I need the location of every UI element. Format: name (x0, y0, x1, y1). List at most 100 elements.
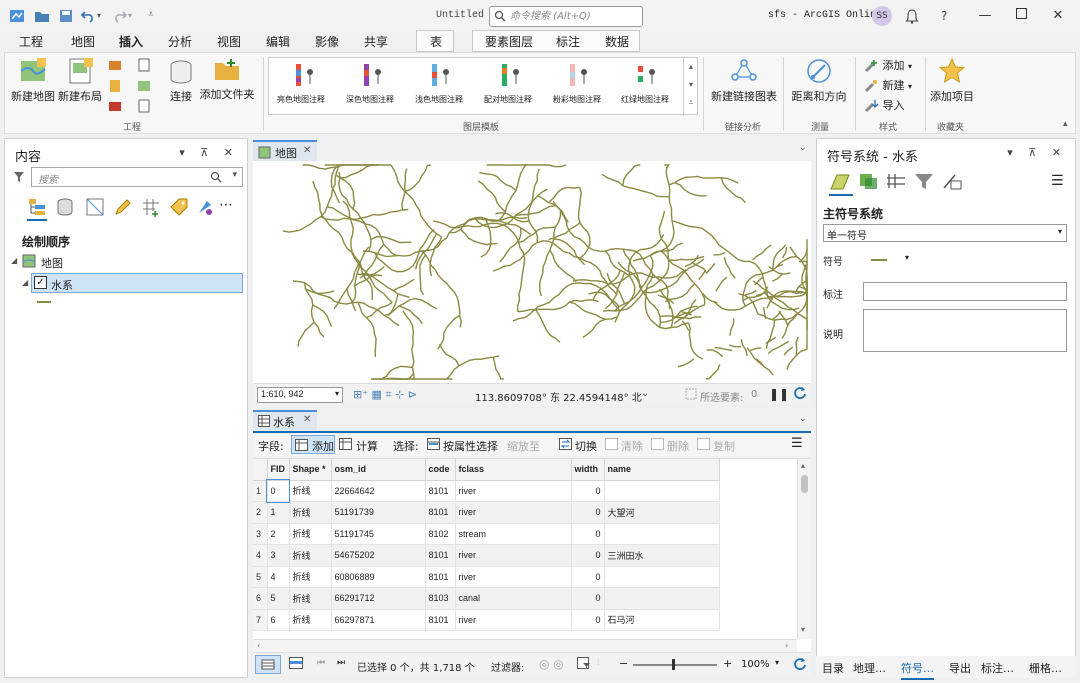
field-visibility-icon[interactable]: ⫶ (597, 658, 599, 668)
column-header[interactable]: FID (267, 459, 290, 481)
row-number[interactable]: 6 (253, 587, 268, 610)
table-cell[interactable]: 51191745 (331, 523, 426, 545)
style-import-button[interactable]: 导入 (863, 97, 923, 113)
description-input[interactable] (863, 309, 1067, 352)
table-cell[interactable]: 8101 (425, 544, 456, 567)
label-input[interactable] (863, 282, 1067, 301)
style-new-button[interactable]: 新建 ▾ (863, 77, 923, 93)
map-canvas[interactable] (253, 161, 811, 383)
open-folder-icon[interactable] (34, 8, 50, 24)
table-row[interactable]: 6 5 折线 66291712 8103 canal 0 (253, 587, 720, 610)
table-cell[interactable] (604, 587, 720, 610)
table-cell[interactable]: 0 (266, 479, 290, 503)
table-row[interactable]: 5 4 折线 60806889 8101 river 0 (253, 566, 720, 588)
table-cell[interactable]: 2 (267, 523, 290, 545)
filter-icon[interactable] (913, 171, 935, 194)
table-cell[interactable]: 6 (267, 609, 290, 631)
table-cell[interactable]: 22664642 (331, 480, 426, 502)
add-field-button[interactable]: 添加 (291, 435, 335, 454)
bell-icon[interactable] (905, 8, 919, 27)
close-window-button[interactable]: ✕ (1048, 6, 1068, 26)
list-by-snapping-icon[interactable] (141, 197, 161, 220)
column-header[interactable]: code (425, 459, 456, 481)
column-header[interactable]: fclass (455, 459, 572, 481)
tab-insert[interactable]: 插入 (119, 33, 144, 54)
table-cell[interactable] (604, 566, 720, 588)
more-options-icon[interactable]: ⋯ (219, 197, 233, 213)
clear-selection-button[interactable]: 清除 (621, 438, 643, 454)
template-item-6[interactable]: 红绿地图注释 (621, 94, 669, 105)
expand-map-icon[interactable]: ◢ (11, 256, 17, 265)
help-button[interactable]: ? (941, 9, 947, 23)
table-row[interactable]: 4 3 折线 54675202 8101 river 0 三洲田水 (253, 544, 720, 567)
contents-search-input[interactable]: 搜索 ▾ (31, 167, 243, 187)
table-cell[interactable]: 折线 (289, 480, 332, 502)
tab-export[interactable]: 导出 (949, 660, 971, 676)
chevron-down-icon[interactable]: ⌄ (641, 388, 649, 399)
table-cell[interactable]: 54675202 (331, 544, 426, 567)
undo-dropdown-icon[interactable]: ▾ (97, 11, 101, 20)
attribute-table-tab[interactable]: 水系 ✕ (253, 410, 317, 430)
table-cell[interactable]: 8101 (425, 480, 456, 502)
zoom-slider[interactable] (633, 664, 717, 666)
zoom-slider-handle[interactable] (672, 659, 675, 670)
table-cell[interactable]: 3 (267, 544, 290, 567)
table-cell[interactable]: 1 (267, 501, 290, 524)
delete-button[interactable]: 删除 (667, 438, 689, 454)
undo-icon[interactable] (80, 8, 96, 24)
select-by-attributes-button[interactable]: 按属性选择 (443, 438, 498, 454)
redo-icon[interactable] (112, 8, 128, 24)
add-item-small-button[interactable] (135, 98, 153, 117)
map-node-label[interactable]: 地图 (41, 255, 63, 271)
primary-symbology-dropdown[interactable]: 单一符号 ▾ (823, 224, 1067, 242)
table-menu-icon[interactable]: ☰ (791, 436, 803, 451)
chevron-down-icon[interactable]: ▾ (232, 170, 237, 180)
avatar[interactable]: SS (872, 6, 892, 26)
template-item-3[interactable]: 浅色地图注释 (415, 94, 463, 105)
table-cell[interactable]: 0 (571, 480, 605, 502)
filter-extent-icons[interactable]: ◎ ◎ (539, 657, 564, 671)
symbol-dropdown-icon[interactable]: ▾ (905, 253, 909, 262)
refresh-table-icon[interactable] (793, 657, 807, 674)
table-row[interactable]: 1 0 折线 22664642 8101 river 0 (253, 479, 720, 503)
tab-raster[interactable]: 栅格… (1029, 660, 1062, 676)
template-item-1[interactable]: 亮色地图注释 (277, 94, 325, 105)
table-cell[interactable]: 折线 (289, 566, 332, 588)
vertical-scrollbar[interactable]: ▴ ▾ (797, 459, 811, 639)
tab-map[interactable]: 地图 (71, 33, 95, 50)
connect-button[interactable]: 连接 (166, 59, 196, 104)
new-link-chart-button[interactable]: 新建链接图表 (711, 57, 777, 104)
table-cell[interactable]: 0 (571, 523, 605, 545)
table-cell[interactable]: 8101 (425, 501, 456, 524)
table-cell[interactable]: 大望河 (604, 501, 720, 524)
primary-symbology-icon[interactable] (829, 171, 851, 194)
symbol-swatch[interactable] (871, 259, 887, 261)
table-cell[interactable]: 0 (571, 566, 605, 588)
column-header[interactable]: width (571, 459, 605, 481)
table-row[interactable]: 7 6 折线 66297871 8101 river 0 石马河 (253, 609, 720, 631)
new-map-button[interactable]: 新建地图 (11, 57, 55, 104)
switch-selection-button[interactable]: 切换 (575, 438, 597, 454)
first-record-button[interactable]: ⏮ (317, 658, 325, 668)
table-cell[interactable]: 0 (571, 544, 605, 567)
feature-blending-icon[interactable] (941, 171, 963, 194)
report-button[interactable] (135, 57, 153, 76)
table-cell[interactable]: 51191739 (331, 501, 426, 524)
table-cell[interactable]: 66291712 (331, 587, 426, 610)
import-map-button[interactable] (135, 78, 153, 97)
list-by-source-icon[interactable] (55, 197, 75, 220)
close-tab-icon[interactable]: ✕ (303, 145, 311, 156)
table-cell[interactable]: 8101 (425, 609, 456, 631)
tab-table[interactable]: 表 (430, 33, 442, 50)
redo-dropdown-icon[interactable]: ▾ (128, 11, 132, 20)
row-number[interactable]: 1 (253, 480, 268, 502)
tab-share[interactable]: 共享 (364, 33, 388, 50)
column-header[interactable]: name (604, 459, 720, 481)
table-cell[interactable] (604, 480, 720, 502)
last-record-button[interactable]: ⏭ (337, 658, 345, 668)
table-cell[interactable]: river (455, 609, 572, 631)
tab-labeling-panel[interactable]: 标注… (981, 660, 1014, 676)
tab-data[interactable]: 数据 (605, 33, 629, 50)
pane-controls[interactable]: ▾ ⊼ ✕ (179, 146, 239, 159)
row-number[interactable]: 4 (253, 544, 268, 567)
